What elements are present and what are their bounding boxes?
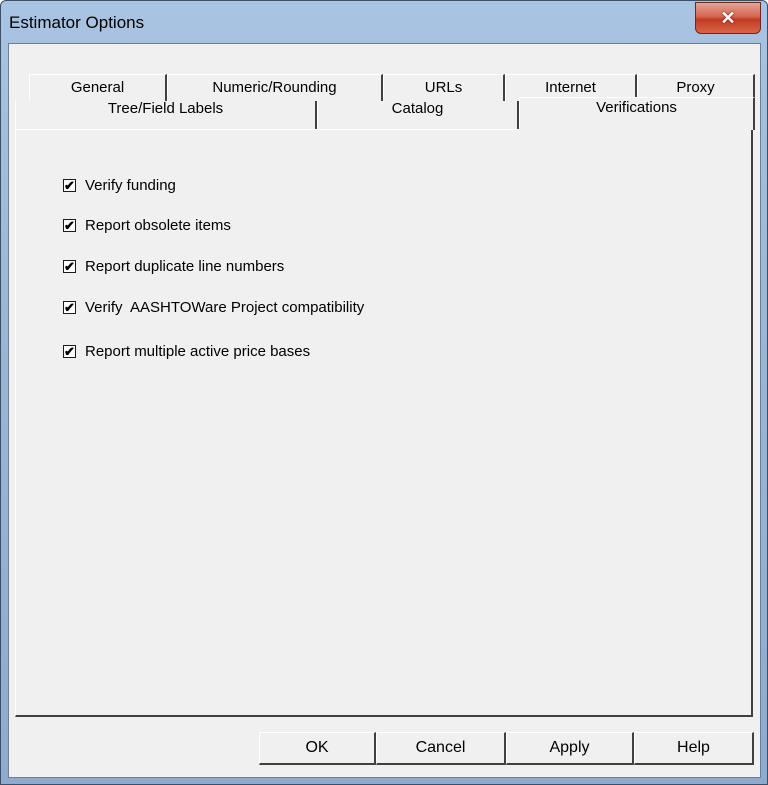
tab-urls-label: URLs (424, 79, 463, 96)
tab-verifications[interactable]: Verifications (519, 97, 755, 130)
checkbox-report-multiple-active-price-bases[interactable]: ✔ (63, 343, 76, 359)
checkmark-icon: ✔ (64, 177, 75, 193)
tab-general-label: General (70, 79, 125, 96)
option-verify-funding[interactable]: ✔ Verify funding (63, 175, 176, 195)
ok-button[interactable]: OK (259, 732, 376, 765)
checkbox-verify-aashtoware-compatibility[interactable]: ✔ (63, 299, 76, 315)
checkbox-report-duplicate-line-numbers[interactable]: ✔ (63, 258, 76, 274)
tab-verifications-label: Verifications (596, 99, 677, 116)
checkbox-report-obsolete-items[interactable]: ✔ (63, 217, 76, 233)
close-button[interactable]: ✕ (695, 2, 761, 34)
cancel-button[interactable]: Cancel (376, 732, 506, 765)
title-bar[interactable]: Estimator Options ✕ (1, 1, 767, 43)
option-report-duplicate-line-numbers[interactable]: ✔ Report duplicate line numbers (63, 256, 284, 276)
estimator-options-dialog: Estimator Options ✕ General Numeric/Roun… (0, 0, 768, 785)
tab-catalog-label: Catalog (391, 100, 444, 117)
tab-numeric-rounding-label: Numeric/Rounding (212, 79, 337, 96)
checkmark-icon: ✔ (64, 299, 75, 315)
checkmark-icon: ✔ (64, 343, 75, 359)
tab-tree-field-labels-label: Tree/Field Labels (107, 100, 224, 117)
label-verify-aashtoware-compatibility: Verify AASHTOWare Project compatibility (85, 298, 365, 316)
tab-tree-field-labels[interactable]: Tree/Field Labels (15, 101, 317, 129)
tab-internet-label: Internet (545, 79, 596, 96)
window-title: Estimator Options (9, 13, 145, 32)
label-report-multiple-active-price-bases: Report multiple active price bases (85, 342, 311, 360)
option-report-multiple-active-price-bases[interactable]: ✔ Report multiple active price bases (63, 341, 310, 361)
label-report-duplicate-line-numbers: Report duplicate line numbers (85, 257, 285, 275)
label-verify-funding: Verify funding (85, 176, 176, 194)
apply-button[interactable]: Apply (506, 732, 634, 765)
option-verify-aashtoware-compatibility[interactable]: ✔ Verify AASHTOWare Project compatibilit… (63, 297, 364, 317)
checkbox-verify-funding[interactable]: ✔ (63, 177, 76, 193)
close-icon: ✕ (720, 7, 736, 28)
help-button[interactable]: Help (634, 732, 754, 765)
label-report-obsolete-items: Report obsolete items (85, 216, 231, 234)
option-report-obsolete-items[interactable]: ✔ Report obsolete items (63, 215, 231, 235)
checkmark-icon: ✔ (64, 217, 75, 233)
tab-catalog[interactable]: Catalog (317, 101, 519, 129)
tab-proxy-label: Proxy (676, 79, 715, 96)
checkmark-icon: ✔ (64, 258, 75, 274)
